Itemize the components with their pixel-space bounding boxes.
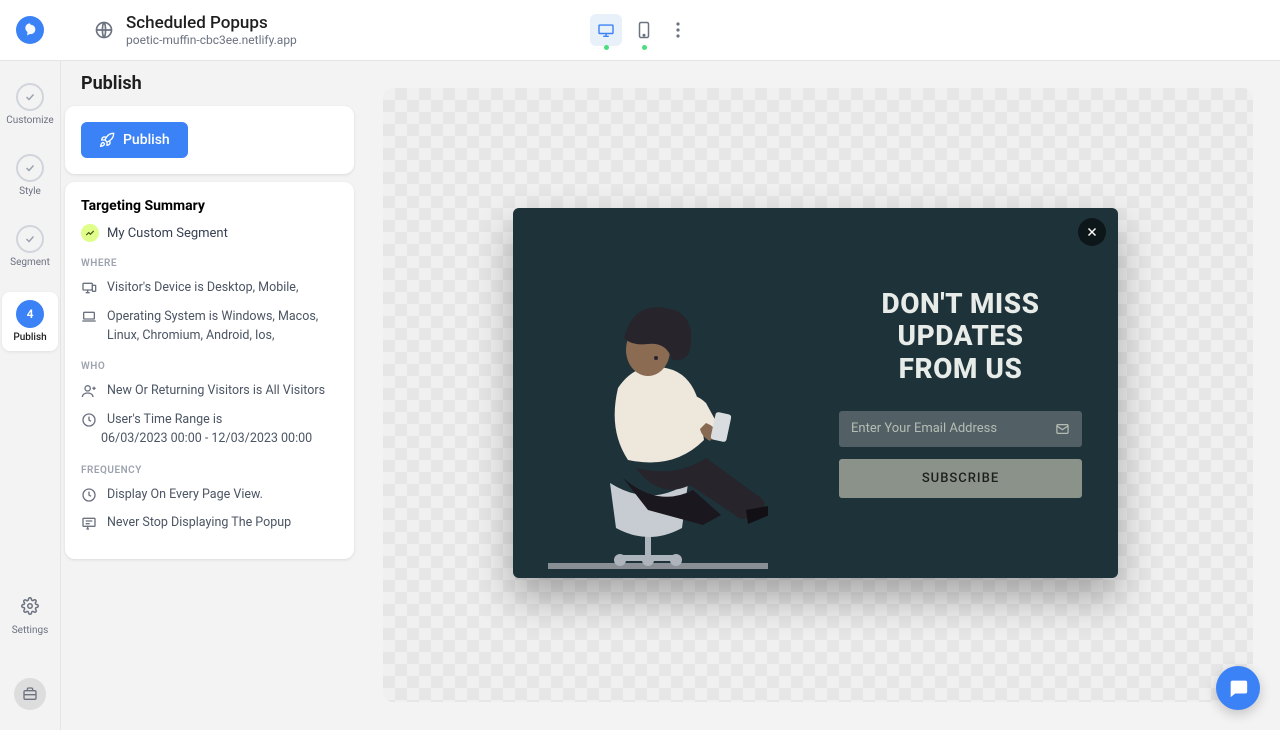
- frequency-display-text: Display On Every Page View.: [107, 486, 263, 505]
- person-illustration: [548, 268, 768, 578]
- preview-canvas: DON'T MISS UPDATES FROM US SUBSCRIBE: [383, 88, 1253, 702]
- where-os-row: Operating System is Windows, Macos, Linu…: [81, 308, 338, 346]
- step-rail: Customize Style Segment 4 Publish Settin…: [0, 61, 61, 730]
- step-customize[interactable]: Customize: [2, 79, 58, 130]
- subscribe-button[interactable]: SUBSCRIBE: [839, 459, 1082, 498]
- page-title-block: Scheduled Popups poetic-muffin-cbc3ee.ne…: [126, 13, 297, 47]
- mail-icon: [1055, 421, 1070, 437]
- who-time-row: User's Time Range is06/03/2023 00:00 - 1…: [81, 411, 338, 449]
- step-label: Publish: [13, 332, 46, 343]
- desktop-preview-button[interactable]: [590, 14, 622, 46]
- step-label: Style: [19, 186, 41, 197]
- person-icon: [81, 383, 97, 399]
- publish-button[interactable]: Publish: [81, 122, 188, 158]
- page-title: Scheduled Popups: [126, 13, 297, 33]
- email-field-wrapper: [839, 411, 1082, 447]
- segment-chip: My Custom Segment: [81, 224, 338, 242]
- settings-button[interactable]: [14, 590, 46, 622]
- panel-title: Publish: [65, 73, 354, 106]
- briefcase-button[interactable]: [14, 678, 46, 710]
- frequency-label: FREQUENCY: [81, 465, 338, 476]
- step-segment[interactable]: Segment: [2, 221, 58, 272]
- device-icon: [81, 280, 97, 296]
- popup-close-button[interactable]: [1078, 218, 1106, 246]
- who-time-text: User's Time Range is06/03/2023 00:00 - 1…: [107, 411, 312, 449]
- who-label: WHO: [81, 361, 338, 372]
- frequency-stop-text: Never Stop Displaying The Popup: [107, 514, 291, 533]
- email-input[interactable]: [851, 421, 1055, 436]
- popup-preview: DON'T MISS UPDATES FROM US SUBSCRIBE: [513, 208, 1118, 578]
- mobile-preview-button[interactable]: [628, 14, 660, 46]
- step-style[interactable]: Style: [2, 150, 58, 201]
- chat-icon: [1227, 677, 1249, 699]
- rocket-icon: [99, 132, 115, 148]
- popup-form: DON'T MISS UPDATES FROM US SUBSCRIBE: [803, 208, 1118, 578]
- step-label: Segment: [10, 257, 50, 268]
- frequency-display-row: Display On Every Page View.: [81, 486, 338, 505]
- trend-icon: [81, 224, 99, 242]
- clock-icon: [81, 412, 97, 428]
- step-number: 4: [16, 300, 44, 328]
- globe-icon: [94, 20, 114, 40]
- more-menu-button[interactable]: [666, 18, 690, 42]
- popup-icon: [81, 515, 97, 531]
- popup-illustration: [513, 208, 803, 578]
- publish-button-label: Publish: [123, 132, 170, 148]
- who-visitors-text: New Or Returning Visitors is All Visitor…: [107, 382, 325, 401]
- clock-icon: [81, 487, 97, 503]
- targeting-summary-card: Targeting Summary My Custom Segment WHER…: [65, 182, 354, 559]
- segment-name: My Custom Segment: [107, 226, 228, 241]
- close-icon: [1085, 225, 1099, 239]
- laptop-icon: [81, 309, 97, 325]
- frequency-stop-row: Never Stop Displaying The Popup: [81, 514, 338, 533]
- settings-label: Settings: [12, 625, 49, 636]
- app-logo[interactable]: [16, 16, 44, 44]
- popup-heading: DON'T MISS UPDATES FROM US: [839, 288, 1082, 385]
- targeting-summary-title: Targeting Summary: [81, 198, 338, 214]
- who-visitors-row: New Or Returning Visitors is All Visitor…: [81, 382, 338, 401]
- step-publish[interactable]: 4 Publish: [2, 292, 58, 351]
- page-domain: poetic-muffin-cbc3ee.netlify.app: [126, 33, 297, 47]
- where-device-text: Visitor's Device is Desktop, Mobile,: [107, 279, 298, 298]
- chat-fab[interactable]: [1216, 666, 1260, 710]
- publish-card: Publish: [65, 106, 354, 174]
- device-switcher: [590, 14, 690, 46]
- step-label: Customize: [6, 115, 53, 126]
- where-device-row: Visitor's Device is Desktop, Mobile,: [81, 279, 338, 298]
- where-label: WHERE: [81, 258, 338, 269]
- publish-panel: Publish Publish Targeting Summary My Cus…: [65, 73, 354, 567]
- where-os-text: Operating System is Windows, Macos, Linu…: [107, 308, 338, 346]
- topbar: Scheduled Popups poetic-muffin-cbc3ee.ne…: [0, 0, 1280, 61]
